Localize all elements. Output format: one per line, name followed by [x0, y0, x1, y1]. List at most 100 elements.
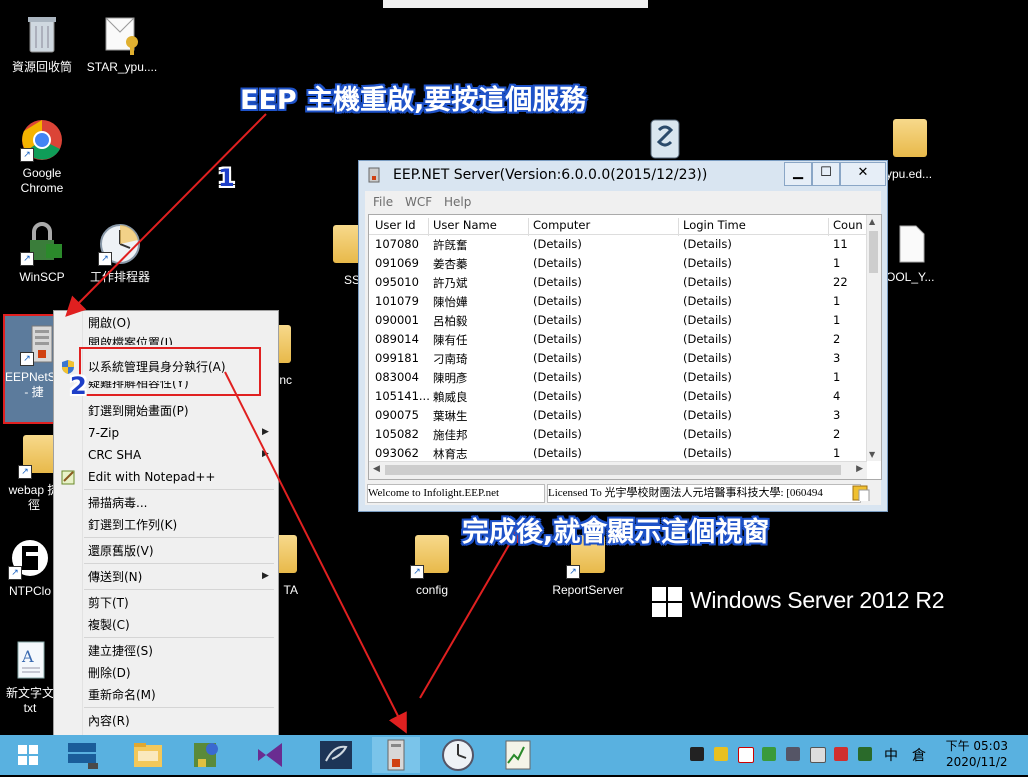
cell-login-time: (Details) [683, 370, 732, 384]
cell-user-name: 賴威良 [433, 390, 468, 404]
scroll-down-icon[interactable]: ▼ [869, 450, 875, 459]
column-header-computer[interactable]: Computer [533, 218, 590, 232]
task-scheduler-taskbar-icon[interactable] [434, 737, 482, 773]
desktop-icon-label: 資源回收筒 [11, 60, 72, 74]
network-tool-icon[interactable] [182, 737, 230, 773]
menu-item-7zip[interactable]: 7-Zip [88, 423, 119, 443]
table-row[interactable]: 091069 姜杏蓁 (Details) (Details) 1 [369, 254, 867, 273]
desktop-icon-recycle-bin[interactable]: 資源回收筒 [2, 12, 82, 75]
cell-user-name: 呂柏毅 [433, 314, 468, 328]
desktop-icon-ss[interactable]: SS [312, 222, 367, 288]
menu-help[interactable]: Help [444, 195, 471, 209]
table-row[interactable]: 083004 陳明彥 (Details) (Details) 1 [369, 368, 867, 387]
scroll-left-icon[interactable]: ◀ [373, 464, 380, 474]
menu-item-delete[interactable]: 刪除(D) [88, 663, 131, 683]
tray-sound-icon[interactable] [834, 747, 848, 761]
menu-item-open-file-location[interactable]: 開啟檔案位置(I) [88, 333, 173, 345]
cell-user-name: 林育志 [433, 447, 468, 461]
menu-item-rename[interactable]: 重新命名(M) [88, 685, 156, 705]
menu-item-create-shortcut[interactable]: 建立捷徑(S) [88, 641, 153, 661]
table-row[interactable]: 089014 陳有任 (Details) (Details) 2 [369, 330, 867, 349]
cell-computer: (Details) [533, 237, 582, 251]
desktop-icon-text-file[interactable]: A 新文字文 txt [0, 638, 60, 716]
menu-item-send-to[interactable]: 傳送到(N) [88, 567, 142, 587]
desktop-icon-winscp[interactable]: ↗ WinSCP [2, 222, 82, 285]
column-header-count[interactable]: Coun [833, 218, 863, 232]
menu-item-scan-virus[interactable]: 掃描病毒... [88, 493, 147, 513]
menu-item-properties[interactable]: 內容(R) [88, 711, 130, 731]
text-file-icon: A [8, 638, 52, 682]
menu-item-copy[interactable]: 複製(C) [88, 615, 130, 635]
sql-server-icon[interactable] [312, 737, 360, 773]
server-manager-icon[interactable] [58, 737, 106, 773]
menu-item-cut[interactable]: 剪下(T) [88, 593, 129, 613]
table-row[interactable]: 095010 許乃斌 (Details) (Details) 22 [369, 273, 867, 292]
cell-user-name: 陳怡嬅 [433, 295, 468, 309]
chrome-icon: ↗ [20, 118, 64, 162]
windows-logo-icon [652, 587, 682, 617]
cell-user-name: 陳有任 [433, 333, 468, 347]
scroll-thumb[interactable] [869, 231, 878, 273]
taskbar-clock[interactable]: 下午 05:03 2020/11/2 [946, 738, 1008, 770]
desktop-icon-star-ypu[interactable]: STAR_ypu.... [82, 12, 162, 75]
menu-item-edit-notepadpp[interactable]: Edit with Notepad++ [88, 467, 215, 487]
table-row[interactable]: 101079 陳怡嬅 (Details) (Details) 1 [369, 292, 867, 311]
tray-vm-icon[interactable] [786, 747, 800, 761]
clock-time: 下午 05:03 [945, 739, 1008, 753]
vertical-scrollbar[interactable]: ▲ ▼ [866, 215, 881, 461]
desktop-icon-chrome[interactable]: ↗ Google Chrome [2, 118, 82, 196]
ime-mode-label[interactable]: 中 [884, 745, 898, 765]
license-icon [851, 484, 871, 501]
clock-date: 2020/11/2 [946, 755, 1008, 769]
tray-media-icon[interactable] [690, 747, 704, 761]
menu-item-restore-previous[interactable]: 還原舊版(V) [88, 541, 154, 561]
user-grid[interactable]: User Id User Name Computer Login Time Co… [368, 214, 882, 480]
cell-user-name: 施佳邦 [433, 428, 468, 442]
desktop-icon-task-scheduler[interactable]: ↗ 工作排程器 [80, 222, 160, 285]
table-row[interactable]: 105082 施佳邦 (Details) (Details) 2 [369, 425, 867, 444]
menu-item-pin-taskbar[interactable]: 釘選到工作列(K) [88, 515, 177, 535]
windows-server-label: Windows Server 2012 R2 [690, 587, 945, 614]
cell-login-time: (Details) [683, 351, 732, 365]
window-client: File WCF Help User Id User Name Computer… [365, 191, 882, 505]
column-header-login-time[interactable]: Login Time [683, 218, 746, 232]
table-row[interactable]: 107080 許旣奮 (Details) (Details) 11 [369, 235, 867, 254]
menu-item-open[interactable]: 開啟(O) [88, 313, 131, 333]
cell-count: 22 [833, 275, 848, 289]
tray-v-icon[interactable] [858, 747, 872, 761]
close-button[interactable]: ✕ [840, 162, 886, 186]
scroll-right-icon[interactable]: ▶ [856, 464, 863, 474]
menu-item-crc-sha[interactable]: CRC SHA [88, 445, 141, 465]
ime-input-label[interactable]: 倉 [912, 745, 926, 765]
cell-user-name: 姜杏蓁 [433, 257, 468, 271]
column-header-user-id[interactable]: User Id [375, 218, 416, 232]
table-row[interactable]: 105141... 賴威良 (Details) (Details) 4 [369, 387, 867, 406]
eepnet-server-taskbar-icon[interactable] [372, 737, 420, 773]
hscroll-thumb[interactable] [385, 465, 841, 475]
table-row[interactable]: 090075 葉琳生 (Details) (Details) 3 [369, 406, 867, 425]
cell-computer: (Details) [533, 351, 582, 365]
menu-item-pin-start[interactable]: 釘選到開始畫面(P) [88, 401, 189, 421]
desktop-icon-config[interactable]: ↗ config [392, 532, 472, 598]
menu-wcf[interactable]: WCF [405, 195, 432, 209]
column-header-user-name[interactable]: User Name [433, 218, 497, 232]
tray-flag-icon[interactable] [738, 747, 754, 763]
minimize-button[interactable]: ▁ [784, 162, 812, 186]
cell-user-id: 091069 [375, 256, 419, 270]
status-license: Licensed To 光宇學校財團法人元培醫事科技大學: [060494 [547, 484, 861, 503]
table-row[interactable]: 099181 刁南琦 (Details) (Details) 3 [369, 349, 867, 368]
start-button[interactable] [4, 737, 52, 773]
tray-network-icon[interactable] [762, 747, 776, 761]
file-explorer-icon[interactable] [124, 737, 172, 773]
menu-file[interactable]: File [373, 195, 393, 209]
desktop-icon-ntpclock[interactable]: ↗ NTPClo [0, 536, 60, 599]
desktop-icon-label: SS [343, 273, 360, 287]
maximize-button[interactable]: ☐ [812, 162, 840, 186]
visual-studio-icon[interactable] [246, 737, 294, 773]
tray-display-icon[interactable] [810, 747, 826, 763]
scroll-up-icon[interactable]: ▲ [869, 217, 875, 226]
table-row[interactable]: 090001 呂柏毅 (Details) (Details) 1 [369, 311, 867, 330]
tray-shield-icon[interactable] [714, 747, 728, 761]
horizontal-scrollbar[interactable]: ◀ ▶ [369, 461, 867, 479]
performance-monitor-icon[interactable] [494, 737, 542, 773]
